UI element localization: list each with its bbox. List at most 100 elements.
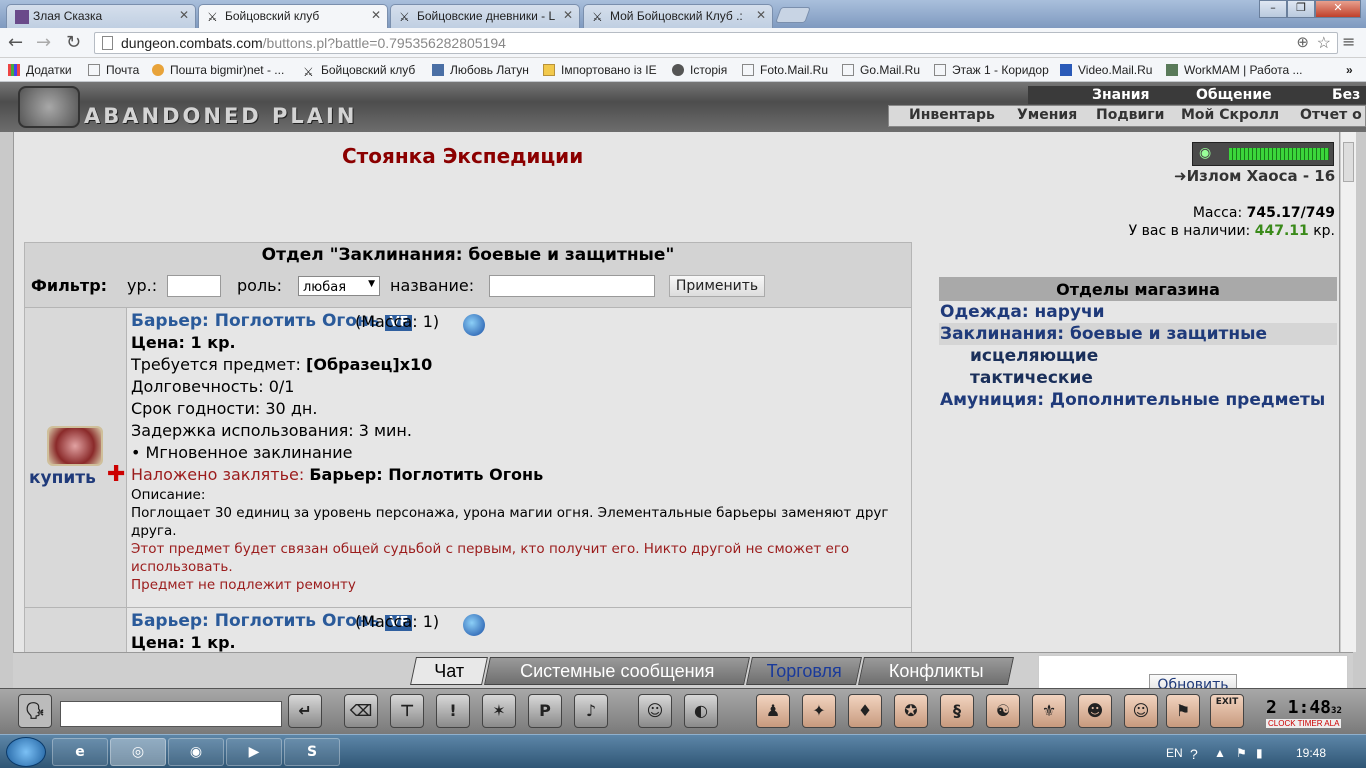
dept-ammunition[interactable]: Амуниция: Дополнительные предметы <box>939 389 1337 411</box>
chrome-icon[interactable]: ◎ <box>110 738 166 766</box>
more-bookmarks-icon[interactable]: » <box>1346 63 1353 77</box>
bookmark-item[interactable]: Любовь Латун <box>432 63 529 77</box>
star-icon[interactable]: ☆ <box>1317 33 1331 53</box>
run-icon[interactable]: ✶ <box>482 694 516 728</box>
chaos-link[interactable]: ➜Излом Хаоса - 16 <box>1174 167 1335 185</box>
dept-spells-combat[interactable]: Заклинания: боевые и защитные <box>939 323 1337 345</box>
compass-icon[interactable]: ✦ <box>802 694 836 728</box>
item-name[interactable]: Барьер: Поглотить Огонь <box>131 311 379 331</box>
bookmark-item[interactable]: Go.Mail.Ru <box>842 63 920 77</box>
group-icon[interactable]: ☯ <box>986 694 1020 728</box>
start-button[interactable] <box>6 737 46 767</box>
tab-system-messages[interactable]: Системные сообщения <box>484 657 750 685</box>
nav-inventory[interactable]: Инвентарь <box>909 107 995 123</box>
reload-icon[interactable]: ↻ <box>66 32 81 53</box>
forward-icon[interactable]: → <box>36 32 51 53</box>
bookmark-item[interactable]: WorkMAM | Работа ... <box>1166 63 1303 77</box>
level-input[interactable] <box>167 275 221 297</box>
filter-icon[interactable]: ⊤ <box>390 694 424 728</box>
tab-label: Бойцовские дневники - L <box>417 9 556 23</box>
address-bar[interactable]: dungeon.combats.com/buttons.pl?battle=0.… <box>94 32 1338 54</box>
battery-icon[interactable]: ▮ <box>1256 746 1263 760</box>
dept-spells-tactical[interactable]: тактические <box>939 367 1337 389</box>
content-scrollbar[interactable] <box>1340 132 1356 652</box>
firefox-icon[interactable]: ◉ <box>168 738 224 766</box>
name-input[interactable] <box>489 275 655 297</box>
close-tab-icon[interactable]: ✕ <box>371 8 381 22</box>
nav-communication[interactable]: Общение <box>1196 87 1272 103</box>
maximize-button[interactable]: ❐ <box>1287 0 1315 18</box>
private-icon[interactable]: P <box>528 694 562 728</box>
smile-icon[interactable]: ☺ <box>638 694 672 728</box>
bookmark-item[interactable]: Почта <box>88 63 139 77</box>
globe-icon[interactable] <box>463 314 485 336</box>
nav-my-scroll[interactable]: Мой Скролл <box>1181 107 1279 123</box>
ie-icon[interactable]: e <box>52 738 108 766</box>
globe-icon[interactable] <box>463 614 485 636</box>
tab-trade[interactable]: Торговля <box>746 657 862 685</box>
nav-skills[interactable]: Умения <box>1017 107 1077 123</box>
bookmark-item[interactable]: Foto.Mail.Ru <box>742 63 828 77</box>
scroll-thumb[interactable] <box>1343 142 1354 182</box>
menu-icon[interactable]: ≡ <box>1342 32 1355 51</box>
close-window-button[interactable]: ✕ <box>1315 0 1361 18</box>
browser-tab-4[interactable]: ⚔ Мой Бойцовский Клуб .: ✕ <box>583 4 773 28</box>
browser-tab-1[interactable]: Злая Сказка ✕ <box>6 4 196 28</box>
back-icon[interactable]: ← <box>8 32 23 53</box>
buy-plus-icon[interactable]: ✚ <box>107 462 125 487</box>
tab-conflicts[interactable]: Конфликты <box>858 657 1014 685</box>
eraser-icon[interactable]: ⌫ <box>344 694 378 728</box>
bookmark-item[interactable]: Video.Mail.Ru <box>1060 63 1152 77</box>
bookmark-item[interactable]: Пошта bigmir)net - ... <box>152 63 284 77</box>
people-icon[interactable]: ☺ <box>1124 694 1158 728</box>
language-indicator[interactable]: EN <box>1166 746 1183 760</box>
item-name[interactable]: Барьер: Поглотить Огонь <box>131 611 379 631</box>
apply-button[interactable]: Применить <box>669 275 765 297</box>
flag-tray-icon[interactable]: ⚑ <box>1236 746 1247 760</box>
new-tab-button[interactable] <box>775 7 811 23</box>
dept-spells-healing[interactable]: исцеляющие <box>939 345 1337 367</box>
clan-icon[interactable]: ⚜ <box>1032 694 1066 728</box>
bookmark-item[interactable]: Этаж 1 - Коридор <box>934 63 1049 77</box>
chat-input[interactable] <box>60 701 282 727</box>
quest-icon[interactable]: § <box>940 694 974 728</box>
bookmark-item[interactable]: Додатки <box>8 63 72 77</box>
sound-icon[interactable]: ♪ <box>574 694 608 728</box>
browser-tab-3[interactable]: ⚔ Бойцовские дневники - L ✕ <box>390 4 580 28</box>
flag-icon[interactable]: ⚑ <box>1166 694 1200 728</box>
nav-report[interactable]: Отчет о <box>1300 107 1362 123</box>
bookmark-item[interactable]: Імпортовано із IE <box>543 63 657 77</box>
map-icon[interactable]: ✪ <box>894 694 928 728</box>
role-select[interactable]: любая ▼ <box>298 276 380 296</box>
bookmark-item[interactable]: ⚔ Бойцовский клуб <box>303 63 415 79</box>
media-icon[interactable]: ▶ <box>226 738 282 766</box>
send-icon[interactable]: ↵ <box>288 694 322 728</box>
system-clock[interactable]: 19:48 <box>1296 746 1326 760</box>
speak-icon[interactable]: 🗣 <box>18 694 52 728</box>
friends-icon[interactable]: ☻ <box>1078 694 1112 728</box>
skype-icon[interactable]: S <box>284 738 340 766</box>
zoom-icon[interactable]: ⊕ <box>1296 33 1309 51</box>
character-icon[interactable]: ♟ <box>756 694 790 728</box>
help-icon[interactable]: ? <box>1190 746 1198 762</box>
bookmark-label: Любовь Латун <box>450 63 529 77</box>
nav-feats[interactable]: Подвиги <box>1096 107 1164 123</box>
items-panel: Отдел "Заклинания: боевые и защитные" Фи… <box>24 242 912 652</box>
bookmark-item[interactable]: Історія <box>672 63 727 77</box>
nav-knowledge[interactable]: Знания <box>1092 87 1150 103</box>
exit-button[interactable]: EXIT <box>1210 694 1244 728</box>
helmet-icon[interactable]: ◐ <box>684 694 718 728</box>
clock-labels[interactable]: CLOCK TIMER ALA <box>1266 719 1342 728</box>
nav-security[interactable]: Без <box>1332 87 1360 103</box>
dept-clothing-bracers[interactable]: Одежда: наручи <box>939 301 1337 323</box>
close-tab-icon[interactable]: ✕ <box>563 8 573 22</box>
bag-icon[interactable]: ♦ <box>848 694 882 728</box>
tab-chat[interactable]: Чат <box>410 657 488 685</box>
tray-arrow-icon[interactable]: ▲ <box>1214 746 1226 760</box>
close-tab-icon[interactable]: ✕ <box>179 8 189 22</box>
buy-link[interactable]: купить <box>29 468 96 488</box>
minimize-button[interactable]: – <box>1259 0 1287 18</box>
browser-tab-2[interactable]: ⚔ Бойцовский клуб ✕ <box>198 4 388 28</box>
close-tab-icon[interactable]: ✕ <box>756 8 766 22</box>
alert-icon[interactable]: ! <box>436 694 470 728</box>
